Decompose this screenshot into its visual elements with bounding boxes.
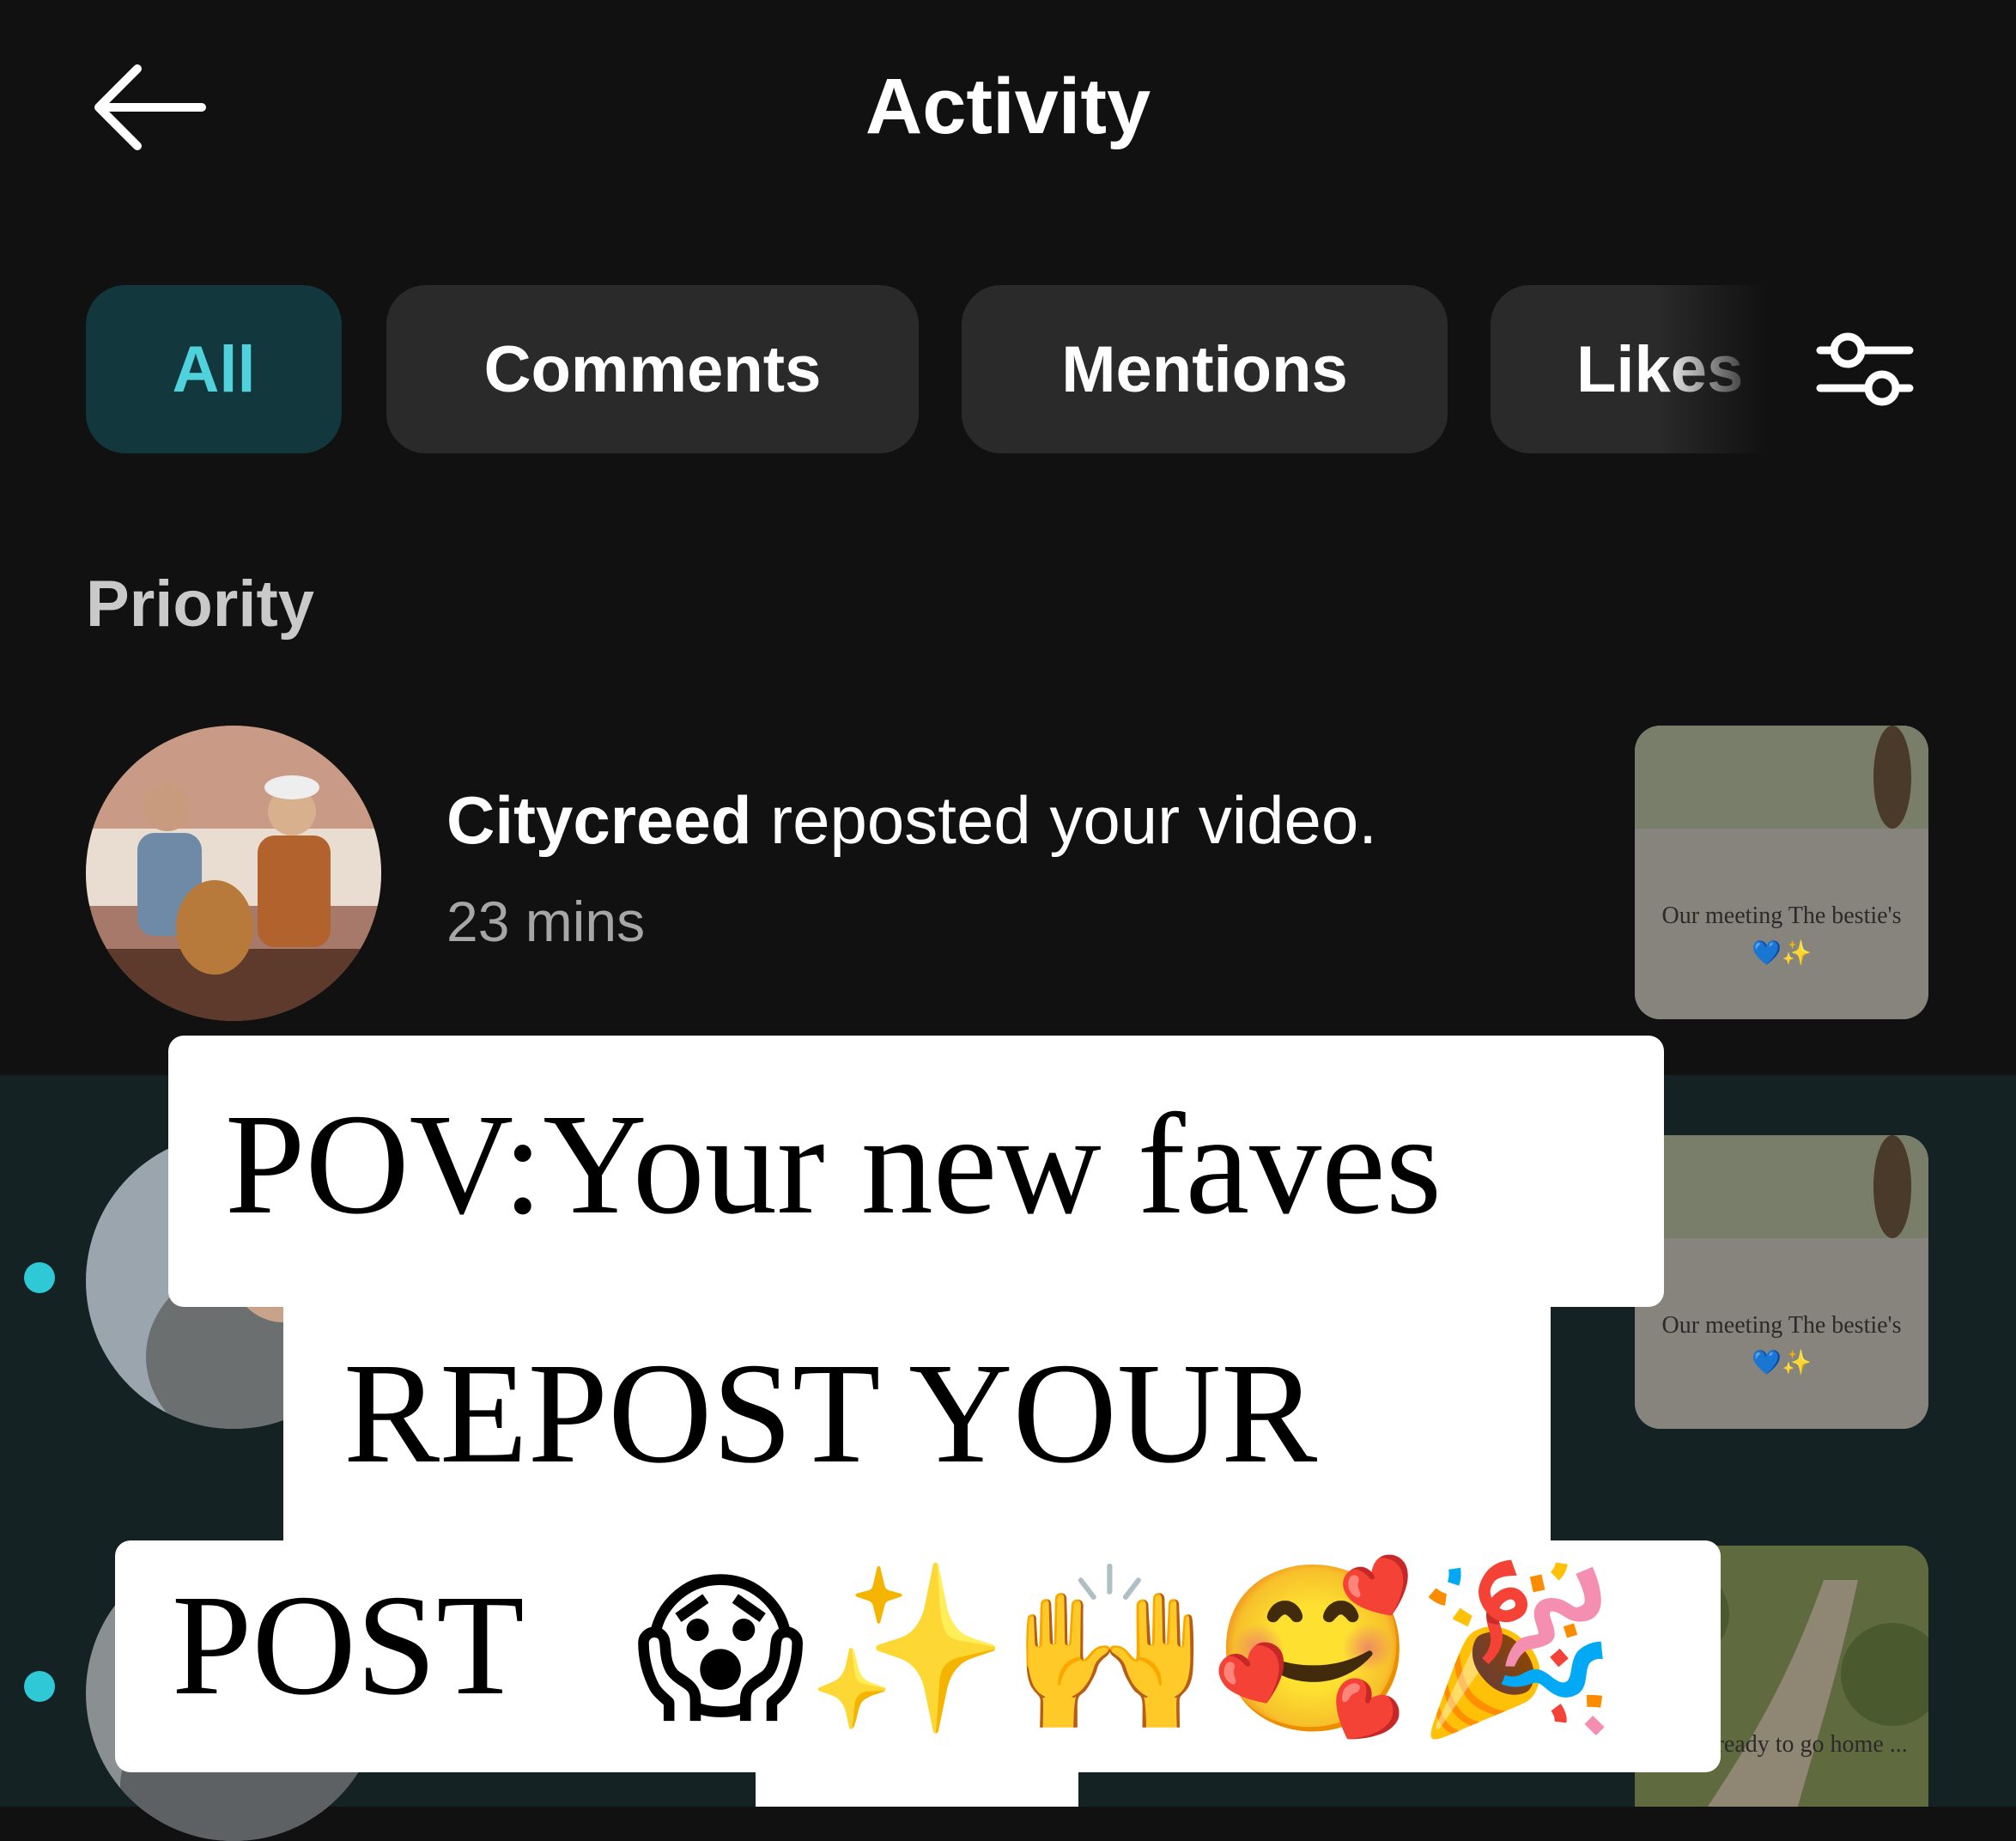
caption-emojis: 😱✨🙌🥰🎉 — [635, 1554, 1618, 1744]
caption-box — [756, 1769, 1078, 1807]
thumbnail-caption: Our meeting The bestie's 💙✨ — [1661, 902, 1902, 967]
caption-line: POST — [172, 1565, 525, 1725]
page-title: Activity — [865, 63, 1151, 150]
caption-line: POV:Your new faves — [225, 1085, 1442, 1244]
caption-line: REPOST YOUR — [343, 1334, 1318, 1493]
tab-label: Comments — [483, 332, 822, 406]
section-title: Priority — [86, 568, 315, 641]
sliders-icon[interactable] — [1813, 318, 1916, 421]
tabs-fade — [1657, 285, 1786, 453]
tab-label: All — [172, 332, 256, 406]
unread-dot — [24, 1671, 55, 1702]
video-thumbnail[interactable]: Our meeting The bestie's 💙✨ — [1635, 726, 1928, 1019]
tab-all[interactable]: All — [86, 285, 342, 453]
username[interactable]: Citycreed — [446, 782, 752, 858]
notification-action: reposted your video. — [751, 782, 1377, 858]
avatar[interactable] — [86, 726, 381, 1021]
unread-dot — [24, 1262, 55, 1293]
tab-mentions[interactable]: Mentions — [962, 285, 1448, 453]
tab-comments[interactable]: Comments — [386, 285, 919, 453]
tab-label: Mentions — [1061, 332, 1348, 406]
filter-tabs: All Comments Mentions Likes ! — [0, 285, 2016, 455]
thumbnail-caption: Our meeting The bestie's 💙✨ — [1661, 1312, 1902, 1376]
notification-text: Citycreed reposted your video. — [446, 781, 1377, 860]
video-thumbnail[interactable]: Our meeting The bestie's 💙✨ — [1635, 1135, 1928, 1429]
notification-time: 23 mins — [446, 890, 646, 953]
